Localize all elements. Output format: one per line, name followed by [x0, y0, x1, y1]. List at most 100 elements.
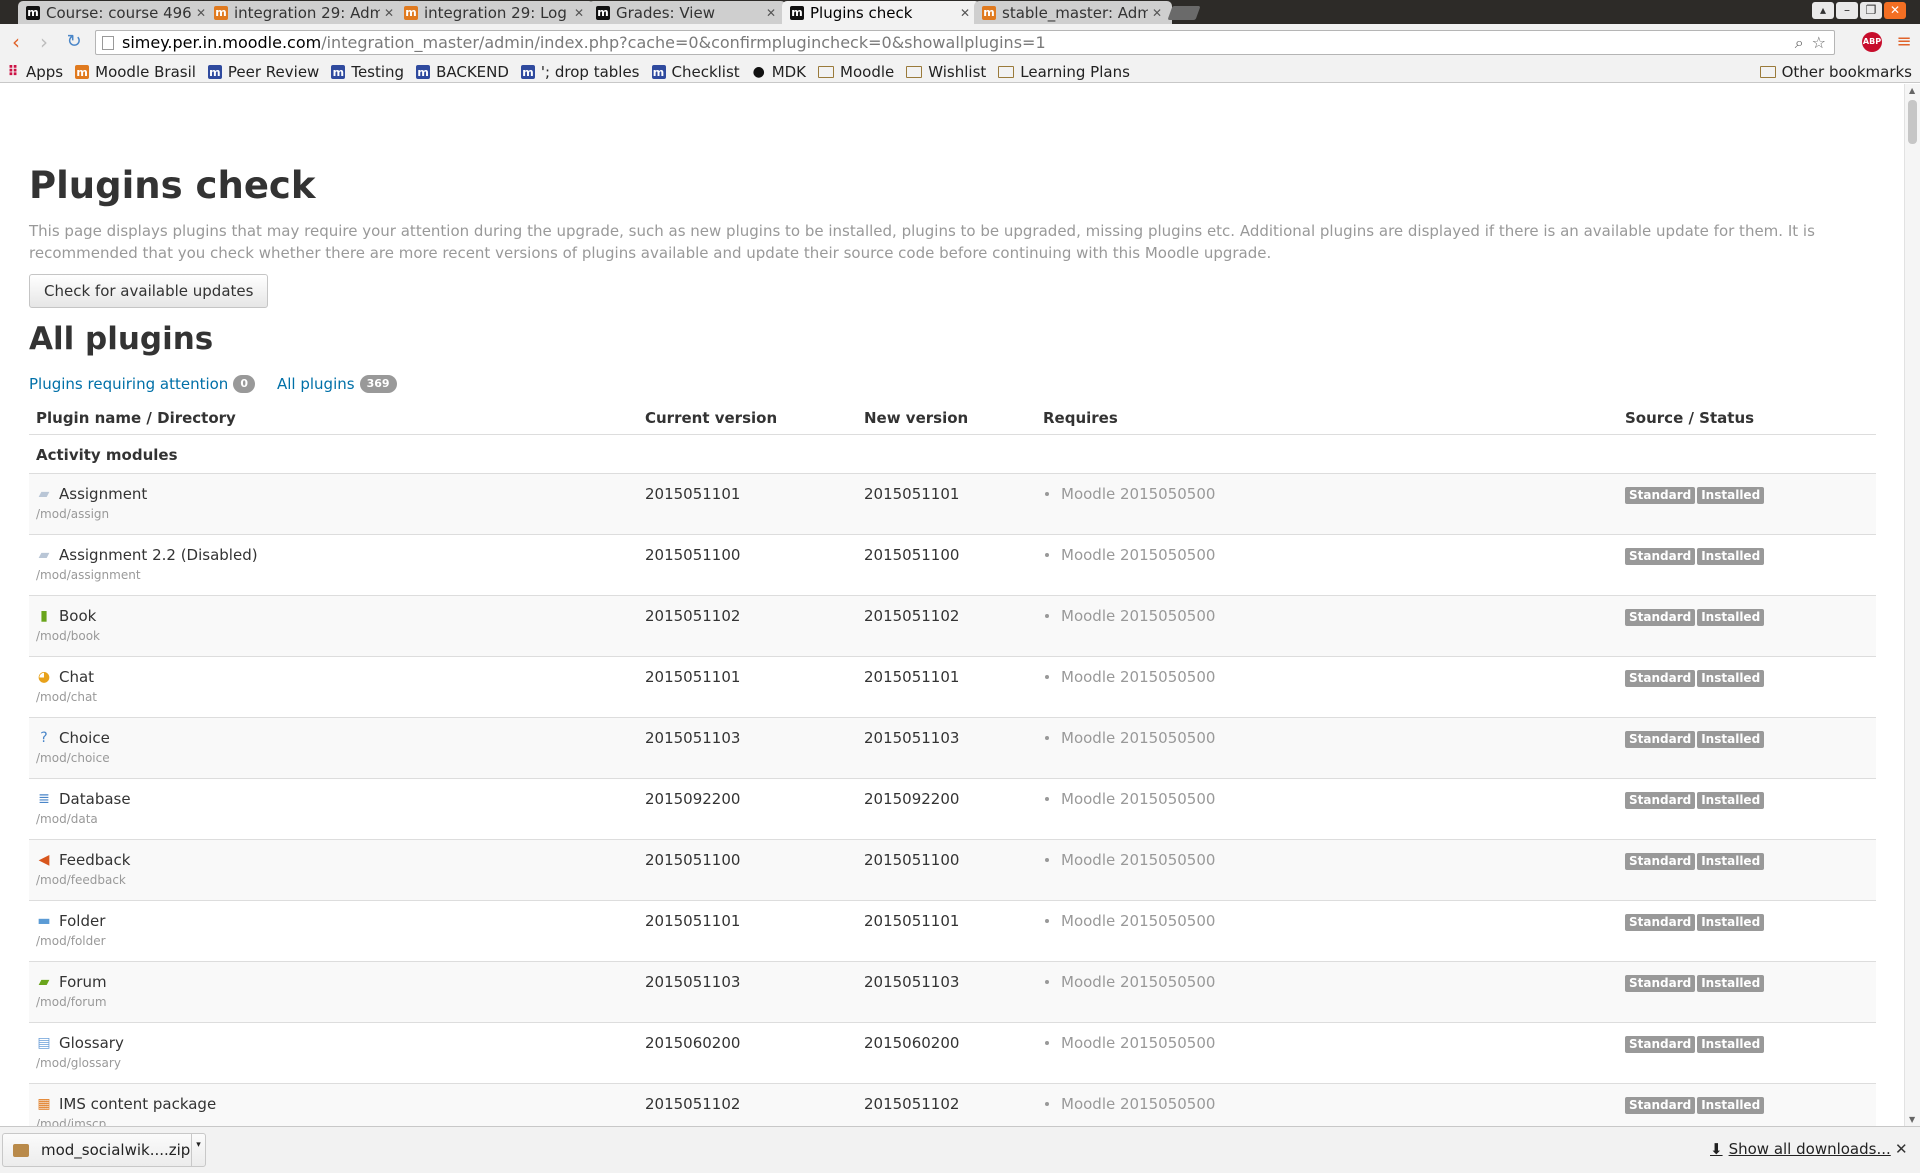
- check-updates-button[interactable]: Check for available updates: [29, 274, 269, 308]
- minimize-icon[interactable]: –: [1836, 2, 1858, 19]
- window-close-icon[interactable]: ✕: [1884, 2, 1906, 19]
- bookmark-label: Peer Review: [227, 63, 320, 81]
- bookmark-folder-learning-plans[interactable]: Learning Plans: [998, 63, 1130, 81]
- restore-icon[interactable]: ❐: [1860, 2, 1882, 19]
- plugin-name-cell: ▦ IMS content package/mod/imscp: [29, 1082, 638, 1126]
- requirement-text: Moodle 2015050500: [1061, 484, 1216, 503]
- browser-tab[interactable]: m stable_master: Adm ✕: [974, 1, 1172, 24]
- attention-count-badge: 0: [233, 375, 255, 393]
- close-icon[interactable]: ✕: [766, 6, 778, 20]
- requirement: Moodle 2015050500: [1043, 546, 1611, 564]
- close-icon[interactable]: ✕: [1152, 6, 1164, 20]
- folder-icon: [1759, 66, 1776, 78]
- plugin-name-text: Forum: [59, 972, 107, 991]
- show-all-label: Show all downloads...: [1728, 1140, 1891, 1158]
- window-menu-icon[interactable]: ▴: [1812, 2, 1834, 19]
- bookmark-testing[interactable]: m Testing: [331, 63, 404, 81]
- bullet-icon: [1045, 1101, 1049, 1106]
- requirement: Moodle 2015050500: [1043, 729, 1611, 747]
- zoom-icon[interactable]: ⌕: [1795, 33, 1804, 53]
- page-intro: This page displays plugins that may requ…: [29, 222, 1815, 262]
- bookmark-checklist[interactable]: m Checklist: [651, 63, 740, 81]
- bookmark-label: Moodle: [840, 63, 895, 81]
- address-bar[interactable]: simey.per.in.moodle.com/integration_mast…: [95, 30, 1835, 55]
- apps-grid-icon: ⠿: [7, 64, 19, 80]
- requirement-text: Moodle 2015050500: [1061, 911, 1216, 930]
- requires-cell: Moodle 2015050500: [1036, 1082, 1618, 1126]
- download-filename: mod_socialwik....zip: [41, 1141, 191, 1159]
- close-icon[interactable]: ✕: [384, 6, 396, 20]
- bookmark-mdk[interactable]: ● MDK: [752, 63, 806, 81]
- other-bookmarks[interactable]: Other bookmarks: [1759, 61, 1912, 83]
- moodle-favicon-icon: m: [26, 5, 40, 20]
- filter-all-link[interactable]: All plugins: [277, 375, 355, 393]
- status-badge: Installed: [1697, 974, 1765, 992]
- close-icon[interactable]: ✕: [1895, 1140, 1908, 1158]
- scrollbar-thumb[interactable]: [1908, 100, 1917, 144]
- bookmark-peer-review[interactable]: m Peer Review: [207, 63, 320, 81]
- current-version: 2015051101: [638, 899, 857, 961]
- source-badge: Standard: [1625, 791, 1696, 809]
- table-row: ▦ IMS content package/mod/imscp 2015051102…: [29, 1082, 1876, 1126]
- bookmarks-bar: ⠿ Apps m Moodle Brasil m Peer Review m Testi…: [0, 61, 1920, 83]
- show-all-downloads-link[interactable]: ⬇ Show all downloads...: [1710, 1140, 1891, 1158]
- scroll-up-icon[interactable]: ▲: [1909, 86, 1915, 95]
- bookmark-backend[interactable]: m BACKEND: [416, 63, 509, 81]
- bookmark-moodle-brasil[interactable]: m Moodle Brasil: [75, 63, 196, 81]
- adblock-icon[interactable]: ABP: [1862, 32, 1882, 52]
- requires-cell: Moodle 2015050500: [1036, 533, 1618, 595]
- new-version: 2015051101: [857, 899, 1036, 961]
- header-name: Plugin name / Directory: [29, 394, 638, 435]
- plugin-name-cell: ▰ Forum/mod/forum: [29, 960, 638, 1022]
- status-cell: Standard Installed: [1618, 594, 1876, 656]
- scroll-down-icon[interactable]: ▼: [1909, 1115, 1915, 1124]
- source-badge: Standard: [1625, 852, 1696, 870]
- requires-cell: Moodle 2015050500: [1036, 777, 1618, 839]
- folder-icon: [818, 66, 835, 78]
- page-title: Plugins check: [29, 164, 316, 207]
- browser-tab[interactable]: m Grades: View ✕: [588, 1, 786, 24]
- browser-tab[interactable]: m Course: course 4962 ✕: [18, 1, 216, 24]
- new-version: 2015051102: [857, 594, 1036, 656]
- plugin-directory: /mod/feedback: [36, 872, 126, 887]
- browser-menu-icon[interactable]: ≡: [1896, 32, 1912, 52]
- close-icon[interactable]: ✕: [960, 6, 972, 20]
- browser-tab[interactable]: m integration 29: Adm ✕: [206, 1, 404, 24]
- bookmark-folder-moodle[interactable]: Moodle: [818, 63, 894, 81]
- bookmark-folder-wishlist[interactable]: Wishlist: [906, 63, 986, 81]
- star-icon[interactable]: ☆: [1812, 33, 1826, 52]
- requires-cell: Moodle 2015050500: [1036, 472, 1618, 534]
- browser-tab-active[interactable]: m Plugins check ✕: [782, 1, 980, 24]
- requirement-text: Moodle 2015050500: [1061, 850, 1216, 869]
- bookmark-drop-tables[interactable]: m '; drop tables: [520, 63, 640, 81]
- forward-arrow-icon[interactable]: ›: [34, 32, 54, 52]
- plugin-name-cell: ▰ Assignment/mod/assign: [29, 472, 638, 534]
- status-cell: Standard Installed: [1618, 960, 1876, 1022]
- requires-cell: Moodle 2015050500: [1036, 960, 1618, 1022]
- plugin-directory: /mod/book: [36, 628, 100, 643]
- requirement-text: Moodle 2015050500: [1061, 789, 1216, 808]
- browser-tab[interactable]: m integration 29: Log i ✕: [396, 1, 594, 24]
- source-badge: Standard: [1625, 913, 1696, 931]
- chat-icon: ◕: [37, 668, 51, 685]
- close-icon[interactable]: ✕: [574, 6, 586, 20]
- zip-file-icon: [13, 1143, 29, 1157]
- page-scrollbar[interactable]: ▲ ▼: [1904, 84, 1920, 1126]
- plugin-directory: /mod/folder: [36, 933, 106, 948]
- table-row: ▮ Book/mod/book 2015051102 2015051102 Moodle…: [29, 594, 1876, 656]
- reload-icon[interactable]: ↻: [64, 32, 84, 52]
- bookmark-apps[interactable]: ⠿ Apps: [6, 63, 64, 81]
- bullet-icon: [1045, 979, 1049, 984]
- bullet-icon: [1045, 1040, 1049, 1045]
- back-arrow-icon[interactable]: ‹: [6, 32, 26, 52]
- tab-label: integration 29: Adm: [234, 3, 380, 22]
- book-icon: ▮: [40, 607, 48, 624]
- plugin-name-cell: ▤ Glossary/mod/glossary: [29, 1021, 638, 1083]
- download-item[interactable]: mod_socialwik....zip ▾: [2, 1133, 206, 1167]
- filter-attention-link[interactable]: Plugins requiring attention: [29, 375, 228, 393]
- plugin-name-text: Choice: [59, 728, 110, 747]
- plugin-name-text: Assignment: [59, 484, 148, 503]
- choice-icon: ?: [40, 729, 48, 746]
- new-tab-button[interactable]: [1167, 6, 1201, 20]
- chevron-down-icon[interactable]: ▾: [191, 1134, 205, 1166]
